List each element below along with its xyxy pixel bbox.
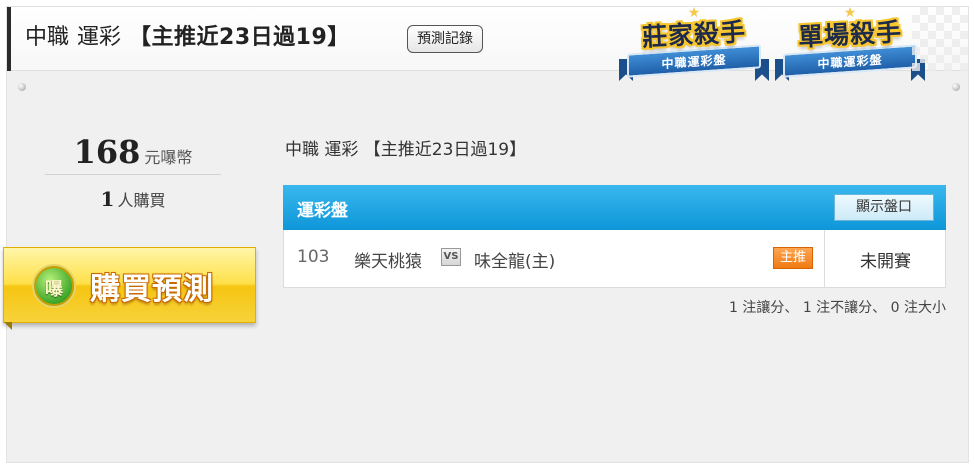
- main-pick-badge: 主推: [773, 247, 813, 269]
- badge-title: 莊家殺手: [641, 17, 747, 52]
- prediction-title: 中職 運彩 【主推近23日過19】: [285, 140, 527, 160]
- price-value: 168: [73, 133, 141, 171]
- price-display: 168 元嚗幣: [45, 133, 221, 175]
- checkered-decoration: [912, 7, 968, 71]
- price-unit: 元嚗幣: [144, 148, 193, 167]
- buyer-count: 1 人購買: [45, 187, 221, 211]
- tip-label: 【主推近23日過19】: [129, 25, 350, 50]
- bet-type-label: 運彩: [77, 25, 122, 50]
- buy-prediction-button[interactable]: 嚗 購買預測: [3, 247, 256, 330]
- vs-icon: VS: [441, 248, 461, 266]
- buyer-count-unit: 人購買: [117, 191, 166, 210]
- coin-icon: 嚗: [32, 264, 76, 308]
- pin-icon: [18, 83, 26, 91]
- prediction-record-button[interactable]: 預測記錄: [407, 25, 483, 53]
- header: 中職 運彩 【主推近23日過19】 預測記錄 中職運彩盤 ★ 莊家殺手 中職運彩盤 …: [7, 5, 968, 81]
- single-game-killer-badge: 中職運彩盤 ★ 單場殺手: [775, 5, 925, 91]
- banker-killer-badge: 中職運彩盤 ★ 莊家殺手: [619, 5, 769, 91]
- show-odds-button[interactable]: 顯示盤口: [834, 194, 934, 221]
- buy-prediction-label: 購買預測: [90, 272, 214, 307]
- odds-table-title: 運彩盤: [297, 201, 348, 221]
- badge-title: 單場殺手: [797, 17, 903, 52]
- away-team: 樂天桃猿: [354, 252, 422, 272]
- bet-summary: 1 注讓分、 1 注不讓分、 0 注大小: [729, 300, 946, 316]
- page-title: 中職 運彩 【主推近23日過19】: [25, 23, 350, 53]
- coin-icon-glyph: 嚗: [45, 279, 63, 300]
- page-frame: 中職 運彩 【主推近23日過19】 預測記錄 中職運彩盤 ★ 莊家殺手 中職運彩盤 …: [3, 5, 969, 463]
- buyer-count-value: 1: [100, 187, 115, 211]
- home-team: 味全龍(主): [474, 252, 556, 272]
- game-status: 未開賽: [860, 252, 911, 272]
- game-number: 103: [297, 247, 330, 267]
- table-row: 103 樂天桃猿 VS 味全龍(主) 主推 未開賽: [283, 230, 946, 288]
- league-label: 中職: [25, 25, 70, 50]
- button-fold: [4, 322, 12, 330]
- odds-table-header: 運彩盤 顯示盤口: [283, 185, 946, 230]
- header-accent-bar: [7, 7, 11, 71]
- pin-icon: [952, 83, 960, 91]
